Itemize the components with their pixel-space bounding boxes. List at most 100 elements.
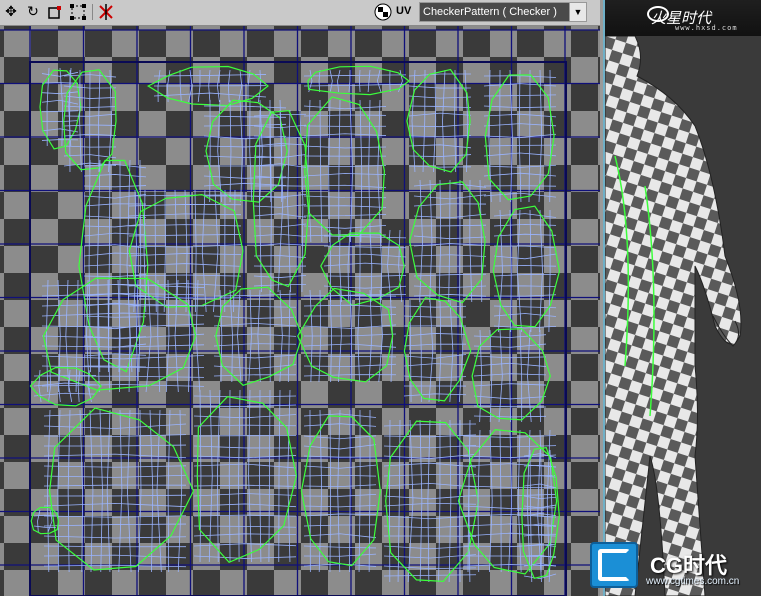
uv-edge bbox=[193, 395, 297, 398]
uv-edge bbox=[193, 503, 297, 508]
uv-edge bbox=[383, 473, 477, 477]
uv-edge bbox=[422, 69, 426, 173]
uv-edge bbox=[518, 69, 522, 203]
uv-edge bbox=[43, 465, 187, 468]
uv-edge bbox=[303, 524, 377, 527]
uv-edge bbox=[253, 223, 307, 228]
uv-edge bbox=[483, 105, 557, 109]
uv-edge bbox=[403, 393, 467, 397]
uv-edge bbox=[383, 434, 477, 438]
uv-edge bbox=[383, 565, 477, 570]
uv-edge bbox=[47, 509, 53, 533]
uv-edge bbox=[493, 265, 557, 267]
uv-edge bbox=[538, 329, 541, 423]
move-icon[interactable]: ✥ bbox=[1, 2, 21, 22]
uv-edge bbox=[463, 555, 557, 558]
freeform-icon[interactable] bbox=[68, 2, 88, 22]
uv-shell-outline bbox=[205, 99, 288, 203]
uv-edge bbox=[303, 444, 377, 450]
character-body bbox=[605, 36, 742, 596]
uv-edge bbox=[229, 99, 232, 203]
uv-edge bbox=[526, 429, 531, 573]
uv-edge bbox=[448, 419, 452, 583]
chevron-down-icon[interactable]: ▼ bbox=[569, 3, 586, 21]
scale-icon[interactable] bbox=[45, 2, 65, 22]
uv-edge bbox=[407, 419, 414, 583]
uv-edge bbox=[193, 493, 297, 497]
uv-edge bbox=[279, 289, 283, 383]
uv-edge bbox=[237, 289, 242, 383]
uv-edge bbox=[523, 513, 557, 517]
uv-edge bbox=[213, 343, 297, 347]
uv-edge bbox=[337, 69, 341, 93]
uv-edge bbox=[509, 329, 511, 423]
uv-edge bbox=[213, 374, 297, 377]
uv-edge bbox=[303, 133, 387, 137]
uv-edge bbox=[77, 369, 81, 403]
uv-edge bbox=[79, 409, 84, 573]
uv-edge bbox=[377, 99, 382, 243]
uv-edge bbox=[464, 69, 469, 173]
uv-edge bbox=[303, 105, 387, 110]
uv-edge bbox=[43, 453, 187, 459]
uv-edge bbox=[359, 69, 361, 93]
uv-edge bbox=[59, 67, 64, 147]
uv-edge bbox=[549, 69, 552, 203]
uv-edge bbox=[403, 363, 467, 367]
uv-edge bbox=[303, 165, 387, 168]
uv-edge bbox=[348, 69, 351, 93]
uv-edge bbox=[483, 123, 557, 127]
uv-edge bbox=[473, 415, 547, 418]
uv-edge bbox=[413, 273, 487, 277]
uv-edge bbox=[368, 289, 373, 383]
uv-edge bbox=[318, 69, 321, 93]
uv-edge bbox=[367, 69, 371, 93]
uv-edge bbox=[528, 69, 531, 203]
uv-edge bbox=[303, 355, 397, 358]
uv-edge bbox=[408, 144, 472, 149]
toolbar-separator bbox=[92, 4, 93, 20]
texture-map-dropdown[interactable]: CheckerPattern ( Checker ) ▼ bbox=[419, 2, 587, 22]
uv-edge bbox=[89, 409, 94, 573]
checker-toggle-icon[interactable] bbox=[373, 2, 393, 22]
uv-edge bbox=[37, 509, 41, 533]
rotate-icon[interactable]: ↻ bbox=[23, 2, 43, 22]
cg-logo-icon bbox=[590, 542, 638, 588]
uv-edge bbox=[193, 484, 297, 487]
uv-edge bbox=[253, 124, 307, 129]
uv-edge bbox=[523, 504, 557, 509]
uv-edge bbox=[253, 213, 307, 218]
uv-edge bbox=[195, 279, 201, 393]
uv-edge bbox=[98, 69, 101, 173]
uv-edge bbox=[499, 429, 502, 573]
uv-edge bbox=[303, 513, 377, 517]
uv-channel-label[interactable]: UV bbox=[396, 5, 411, 17]
uv-edge bbox=[523, 573, 557, 580]
uv-edge bbox=[303, 464, 377, 469]
uv-edge bbox=[303, 195, 387, 199]
uv-edge bbox=[43, 494, 187, 497]
uv-edge bbox=[408, 73, 472, 77]
uv-edge bbox=[194, 189, 197, 313]
uv-edge bbox=[303, 374, 397, 377]
uv-edge bbox=[469, 179, 473, 303]
uv-edge bbox=[163, 189, 166, 313]
uv-edge bbox=[323, 262, 407, 267]
uv-edge bbox=[68, 369, 73, 403]
uv-edge bbox=[489, 429, 493, 573]
uv-layout bbox=[0, 26, 600, 596]
mirror-icon[interactable] bbox=[96, 2, 116, 22]
uv-edge bbox=[519, 329, 523, 423]
uv-edge bbox=[203, 105, 287, 109]
uv-edge bbox=[408, 112, 472, 117]
uv-edge bbox=[498, 329, 503, 423]
uv-edge bbox=[493, 305, 557, 309]
uv-edge bbox=[398, 229, 403, 303]
perspective-viewport[interactable]: 火星时代 www.hxsd.com bbox=[605, 0, 761, 596]
uv-edge bbox=[43, 434, 187, 437]
uv-edge bbox=[303, 173, 387, 177]
uv-edit-canvas[interactable] bbox=[0, 26, 600, 596]
logo-url: www.hxsd.com bbox=[675, 24, 738, 32]
uv-edge bbox=[43, 554, 187, 559]
uv-edge bbox=[79, 69, 82, 173]
